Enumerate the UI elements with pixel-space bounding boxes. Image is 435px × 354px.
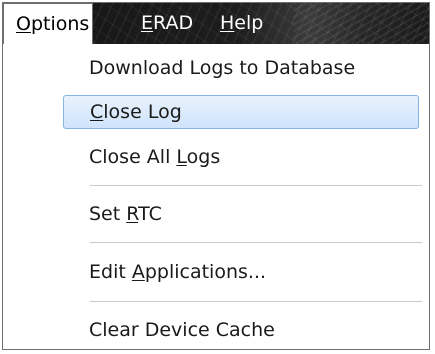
menu-item-edit-applications-pre: Edit <box>89 261 132 283</box>
menu-item-close-all-logs[interactable]: Close All Logs <box>61 140 421 174</box>
menu-help-mnemonic: H <box>220 12 235 34</box>
menu-separator <box>90 301 422 303</box>
menu-item-download-logs-to-database[interactable]: Download Logs to Database <box>61 51 421 85</box>
menu-item-close-log[interactable]: Close Log <box>63 95 419 129</box>
menu-item-set-rtc-mnemonic: R <box>126 203 139 225</box>
menu-options[interactable]: Options <box>3 3 93 45</box>
menu-item-set-rtc-post: TC <box>138 203 162 225</box>
menu-item-close-all-logs-mnemonic: L <box>176 146 187 168</box>
menu-item-download-logs-label: Download Logs to Database <box>89 57 356 79</box>
menu-options-rest: ptions <box>30 13 90 35</box>
menu-item-clear-device-cache-label: Clear Device Cache <box>89 319 275 341</box>
menu-item-edit-applications-post: pplications... <box>144 261 267 283</box>
menu-item-clear-device-cache[interactable]: Clear Device Cache <box>61 313 421 347</box>
menubar-texture <box>293 3 429 44</box>
menu-erad-rest: RAD <box>153 12 194 34</box>
menu-erad-mnemonic: E <box>141 12 154 34</box>
options-dropdown-menu: Download Logs to Database Close Log Clos… <box>3 44 429 349</box>
menu-erad[interactable]: ERAD <box>133 3 201 44</box>
menu-item-close-log-rest: lose Log <box>103 101 182 123</box>
menu-separator <box>90 185 422 187</box>
menu-item-set-rtc[interactable]: Set RTC <box>61 197 421 231</box>
menu-help-rest: elp <box>234 12 264 34</box>
menu-bar: Options ERAD Help <box>3 3 429 45</box>
menu-options-mnemonic: O <box>16 13 31 35</box>
menu-item-edit-applications[interactable]: Edit Applications... <box>61 255 421 289</box>
app-window: Options ERAD Help Download Logs to Datab… <box>2 2 430 350</box>
menu-item-close-all-logs-pre: Close All <box>89 146 177 168</box>
menu-separator <box>90 242 422 244</box>
menu-item-set-rtc-pre: Set <box>89 203 127 225</box>
menu-item-close-log-mnemonic: C <box>90 101 104 123</box>
menu-help[interactable]: Help <box>212 3 271 44</box>
menu-item-edit-applications-mnemonic: A <box>131 261 145 283</box>
menu-item-close-all-logs-post: ogs <box>186 146 221 168</box>
menu-gutter <box>3 44 61 349</box>
